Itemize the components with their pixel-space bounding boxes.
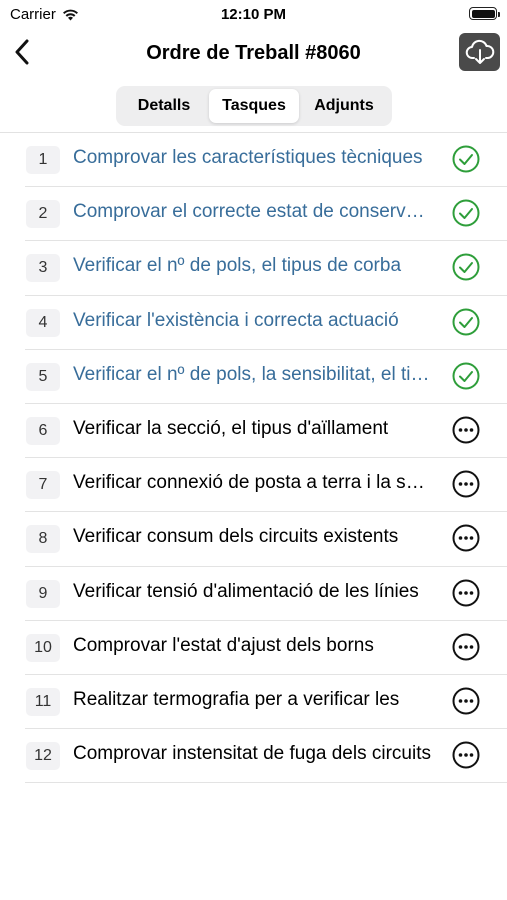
task-label: Verificar consum dels circuits existents: [73, 526, 399, 548]
task-label: Verificar connexió de posta a terra i la…: [73, 472, 433, 494]
task-label: Verificar l'existència i correcta actuac…: [73, 309, 399, 331]
page-title: Ordre de Treball #8060: [146, 42, 361, 64]
task-number: 8: [26, 525, 60, 554]
task-row[interactable]: 5 Verificar el nº de pols, la sensibilit…: [25, 350, 507, 404]
task-row[interactable]: 9 Verificar tensió d'alimentació de les …: [25, 567, 507, 621]
task-number: 9: [26, 579, 60, 608]
check-circle-icon[interactable]: [451, 361, 481, 391]
status-bar: Carrier 12:10 PM: [0, 0, 507, 28]
task-row[interactable]: 10 Comprovar l'estat d'ajust dels borns: [25, 621, 507, 675]
task-row[interactable]: 7 Verificar connexió de posta a terra i …: [25, 458, 507, 513]
task-number: 3: [26, 254, 60, 283]
task-number: 11: [26, 687, 60, 716]
task-row[interactable]: 11 Realitzar termografia per a verificar…: [25, 675, 507, 730]
check-circle-icon[interactable]: [451, 307, 481, 337]
navigation-bar: Ordre de Treball #8060: [0, 28, 507, 78]
task-label: Comprovar l'estat d'ajust dels borns: [73, 634, 374, 656]
task-label: Comprovar les característiques tècniques: [73, 147, 423, 168]
task-row[interactable]: 8 Verificar consum dels circuits existen…: [25, 512, 507, 567]
task-row[interactable]: 4 Verificar l'existència i correcta actu…: [25, 296, 507, 350]
tab-tasques[interactable]: Tasques: [209, 89, 299, 123]
task-row[interactable]: 2 Comprovar el correcte estat de conserv…: [25, 187, 507, 242]
task-label: Verificar la secció, el tipus d'aïllamen…: [73, 417, 389, 439]
more-circle-icon[interactable]: [451, 686, 481, 716]
task-label: Verificar el nº de pols, la sensibilitat…: [73, 363, 433, 385]
task-row[interactable]: 1 Comprovar les característiques tècniqu…: [25, 133, 507, 188]
more-circle-icon[interactable]: [451, 415, 481, 445]
task-number: 2: [26, 200, 60, 229]
task-row[interactable]: 3 Verificar el nº de pols, el tipus de c…: [25, 241, 507, 296]
clock: 12:10 PM: [220, 6, 287, 23]
task-label: Verificar tensió d'alimentació de les lí…: [73, 580, 419, 602]
more-circle-icon[interactable]: [451, 469, 481, 499]
task-list: 1 Comprovar les característiques tècniqu…: [25, 133, 507, 784]
check-circle-icon[interactable]: [451, 144, 481, 174]
more-circle-icon[interactable]: [451, 632, 481, 662]
more-circle-icon[interactable]: [451, 523, 481, 553]
check-circle-icon[interactable]: [451, 252, 481, 282]
task-row[interactable]: 12 Comprovar instensitat de fuga dels ci…: [25, 729, 507, 784]
cloud-download-button[interactable]: [459, 33, 500, 71]
task-label: Comprovar instensitat de fuga dels circu…: [73, 743, 431, 765]
task-row[interactable]: 6 Verificar la secció, el tipus d'aïllam…: [25, 404, 507, 459]
task-label: Verificar el nº de pols, el tipus de cor…: [73, 255, 402, 277]
more-circle-icon[interactable]: [451, 740, 481, 770]
battery-icon: [469, 7, 500, 20]
task-number: 6: [26, 416, 60, 445]
task-number: 7: [26, 471, 60, 500]
task-number: 10: [26, 633, 60, 662]
task-number: 5: [26, 362, 60, 391]
more-circle-icon[interactable]: [451, 578, 481, 608]
cloud-download-icon: [465, 39, 494, 64]
task-label: Realitzar termografia per a verificar le…: [73, 688, 400, 710]
task-number: 4: [26, 308, 60, 337]
task-label: Comprovar el correcte estat de conservac…: [73, 201, 433, 223]
tab-detalls[interactable]: Detalls: [119, 89, 209, 123]
check-circle-icon[interactable]: [451, 198, 481, 228]
tabs-segmented-control: Detalls Tasques Adjunts: [116, 86, 392, 126]
tab-adjunts[interactable]: Adjunts: [299, 89, 389, 123]
task-number: 1: [26, 146, 60, 174]
task-number: 12: [26, 742, 60, 771]
